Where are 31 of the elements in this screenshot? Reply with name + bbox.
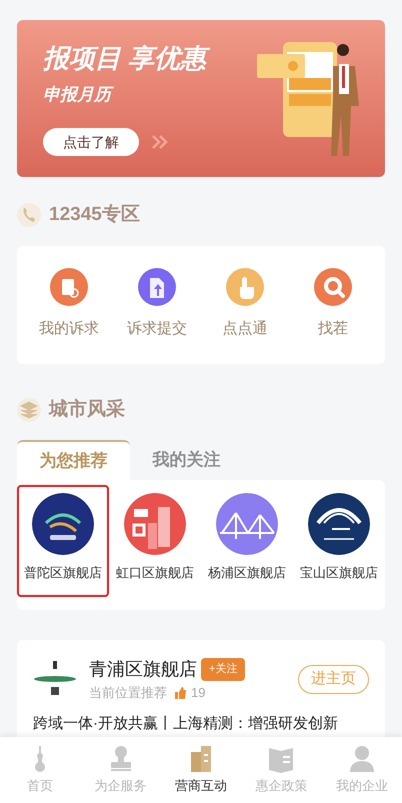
phone-icon: [17, 203, 41, 228]
section-title: 城市风采: [49, 398, 125, 422]
like-count: 19: [191, 684, 206, 702]
person-icon: [348, 744, 376, 774]
nav-tab[interactable]: 首页: [0, 737, 80, 803]
nav-tab[interactable]: 惠企政策: [241, 737, 322, 803]
hotline-item[interactable]: 我的诉求: [25, 268, 113, 341]
recommend-note: 当前位置推荐: [89, 684, 167, 702]
store-name: 青浦区旗舰店: [89, 658, 197, 681]
double-chevron-icon: [151, 134, 169, 148]
nav-tab[interactable]: 为企服务: [80, 737, 161, 803]
hotline-item[interactable]: 诉求提交: [113, 268, 201, 341]
nav-tab[interactable]: 我的企业: [322, 737, 402, 803]
thumbs-up-icon: [175, 686, 187, 699]
hotline-item[interactable]: 找茬: [289, 268, 377, 341]
store-item[interactable]: 虹口区旗舰店: [109, 485, 201, 597]
follow-button[interactable]: +关注: [201, 658, 246, 681]
section-title: 12345专区: [49, 202, 140, 227]
learn-more-button[interactable]: 点击了解: [43, 128, 139, 156]
layers-icon: [17, 398, 41, 422]
store-item[interactable]: 宝山区旗舰店: [293, 485, 385, 597]
tab[interactable]: 为您推荐: [17, 440, 130, 480]
home-page-button[interactable]: 进主页: [298, 664, 369, 694]
article-headline: 跨域一体·开放共赢丨上海精测：增强研发创新: [33, 714, 339, 732]
tab[interactable]: 我的关注: [130, 440, 243, 480]
hotline-item[interactable]: 点点通: [201, 268, 289, 341]
banner[interactable]: 报项目 享优惠 申报月历 点击了解: [17, 20, 385, 177]
banner-subtitle: 申报月历: [43, 82, 206, 108]
store-item[interactable]: 杨浦区旗舰店: [201, 485, 293, 597]
nav-tab[interactable]: 营商互动: [160, 737, 242, 803]
store-item[interactable]: 普陀区旗舰店: [17, 485, 109, 597]
